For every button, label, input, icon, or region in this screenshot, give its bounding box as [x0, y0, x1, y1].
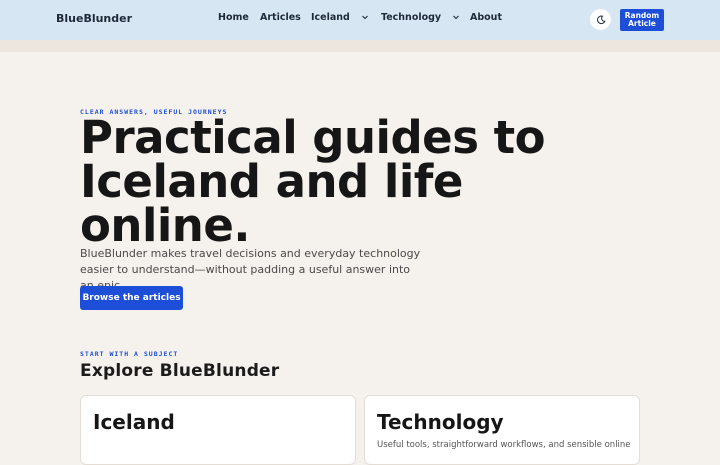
moon-icon — [596, 15, 606, 24]
card-description: Useful tools, straightforward workflows,… — [377, 440, 631, 450]
nav-technology-label: Technology — [381, 12, 442, 23]
theme-toggle-button[interactable] — [590, 9, 611, 30]
header-divider-strip — [0, 40, 720, 52]
random-article-button[interactable]: Random Article — [620, 9, 664, 31]
section-title: Explore BlueBlunder — [80, 361, 280, 381]
browse-articles-button[interactable]: Browse the articles — [80, 286, 183, 310]
site-logo[interactable]: BlueBlunder — [56, 12, 132, 25]
chevron-down-icon — [362, 15, 369, 20]
chevron-down-icon — [453, 15, 460, 20]
nav-iceland-dropdown[interactable]: Iceland — [311, 12, 369, 23]
subject-card-technology[interactable]: Technology Useful tools, straightforward… — [364, 395, 640, 465]
subject-card-iceland[interactable]: Iceland — [80, 395, 356, 465]
nav-technology-dropdown[interactable]: Technology — [381, 12, 460, 23]
card-title: Iceland — [93, 410, 175, 434]
nav-articles[interactable]: Articles — [260, 12, 301, 23]
nav-about[interactable]: About — [470, 12, 502, 23]
card-title: Technology — [377, 410, 504, 434]
nav-home[interactable]: Home — [218, 12, 249, 23]
subjects-eyebrow: START WITH A SUBJECT — [80, 350, 179, 358]
nav-iceland-label: Iceland — [311, 12, 350, 23]
hero-title: Practical guides to Iceland and life onl… — [80, 111, 546, 252]
